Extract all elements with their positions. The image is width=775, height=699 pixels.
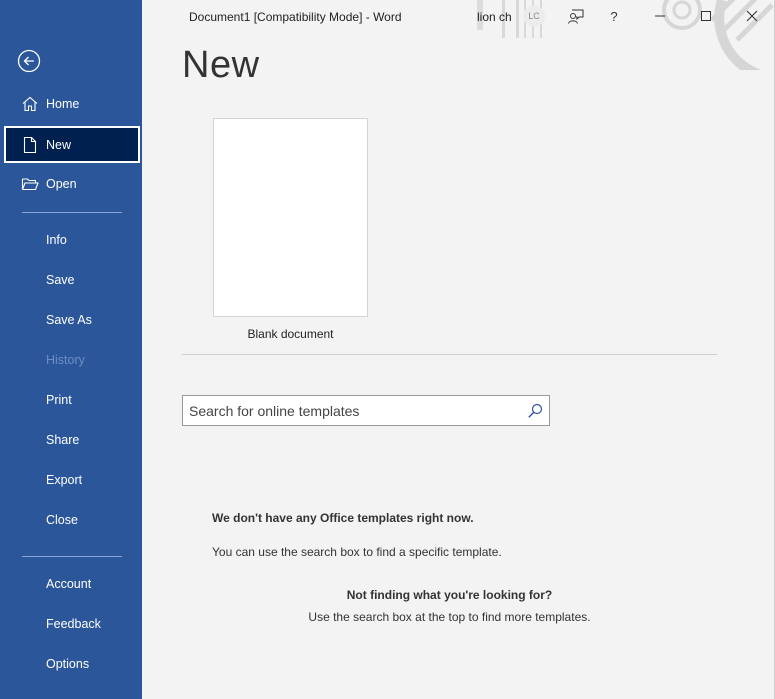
sidebar-item-label: Feedback [46,617,101,631]
template-label[interactable]: Blank document [213,327,368,341]
sidebar-item-label: Open [46,177,77,191]
word-backstage-window: Home New Open Info Save Save As History [0,0,775,699]
folder-open-icon [20,174,40,194]
window-title: Document1 [Compatibility Mode] - Word [189,10,402,24]
not-finding-heading: Not finding what you're looking for? [346,588,553,602]
search-hint-message: You can use the search box to find a spe… [212,545,502,559]
no-templates-message: We don't have any Office templates right… [212,511,474,525]
sidebar-item-history: History [4,342,140,378]
sidebar-item-label: History [46,353,85,367]
top-search-hint: Use the search box at the top to find mo… [308,610,591,624]
sidebar-item-label: Info [46,233,67,247]
sidebar-item-export[interactable]: Export [4,462,140,498]
sidebar-item-save[interactable]: Save [4,262,140,298]
feedback-person-icon [568,9,584,24]
help-icon: ? [610,8,618,24]
close-button[interactable] [740,4,764,28]
user-name[interactable]: lion ch [477,10,512,24]
template-search-box [182,395,550,426]
maximize-icon [701,11,711,21]
avatar-initials: LC [528,11,540,21]
back-button[interactable] [17,49,41,73]
sidebar-item-label: Share [46,433,80,447]
sidebar-item-print[interactable]: Print [4,382,140,418]
sidebar-divider [22,212,122,213]
help-button[interactable]: ? [602,4,626,28]
sidebar-item-info[interactable]: Info [4,222,140,258]
sidebar-item-account[interactable]: Account [4,566,140,602]
home-icon [20,94,40,114]
minimize-icon [655,15,665,17]
search-input[interactable] [183,395,521,426]
blank-document-template[interactable] [213,118,368,317]
sidebar-item-label: Options [46,657,90,671]
sidebar-item-label: Home [46,97,80,111]
sidebar-item-label: Save As [46,313,92,327]
sidebar-item-share[interactable]: Share [4,422,140,458]
close-icon [746,10,758,22]
feedback-button[interactable] [564,4,588,28]
search-button[interactable] [521,396,549,425]
sidebar-item-open[interactable]: Open [4,166,140,202]
sidebar-divider [22,556,122,557]
page-title: New [182,44,260,86]
search-icon [528,403,543,418]
sidebar-item-home[interactable]: Home [4,86,140,122]
sidebar-item-new[interactable]: New [4,126,140,163]
avatar[interactable]: LC [523,5,545,27]
title-bar: Document1 [Compatibility Mode] - Word li… [142,0,774,70]
sidebar-item-close[interactable]: Close [4,502,140,538]
sidebar-item-label: Save [46,273,75,287]
sidebar-item-label: New [46,137,72,152]
sidebar-item-save-as[interactable]: Save As [4,302,140,338]
new-document-icon [20,135,40,155]
sidebar-item-options[interactable]: Options [4,646,140,682]
sidebar-item-label: Print [46,393,72,407]
sidebar-item-label: Export [46,473,83,487]
backstage-sidebar: Home New Open Info Save Save As History [0,0,142,699]
sidebar-item-label: Account [46,577,92,591]
sidebar-item-feedback[interactable]: Feedback [4,606,140,642]
maximize-button[interactable] [694,4,718,28]
section-divider [182,354,717,355]
minimize-button[interactable] [648,4,672,28]
back-arrow-icon [17,49,41,73]
sidebar-item-label: Close [46,513,78,527]
